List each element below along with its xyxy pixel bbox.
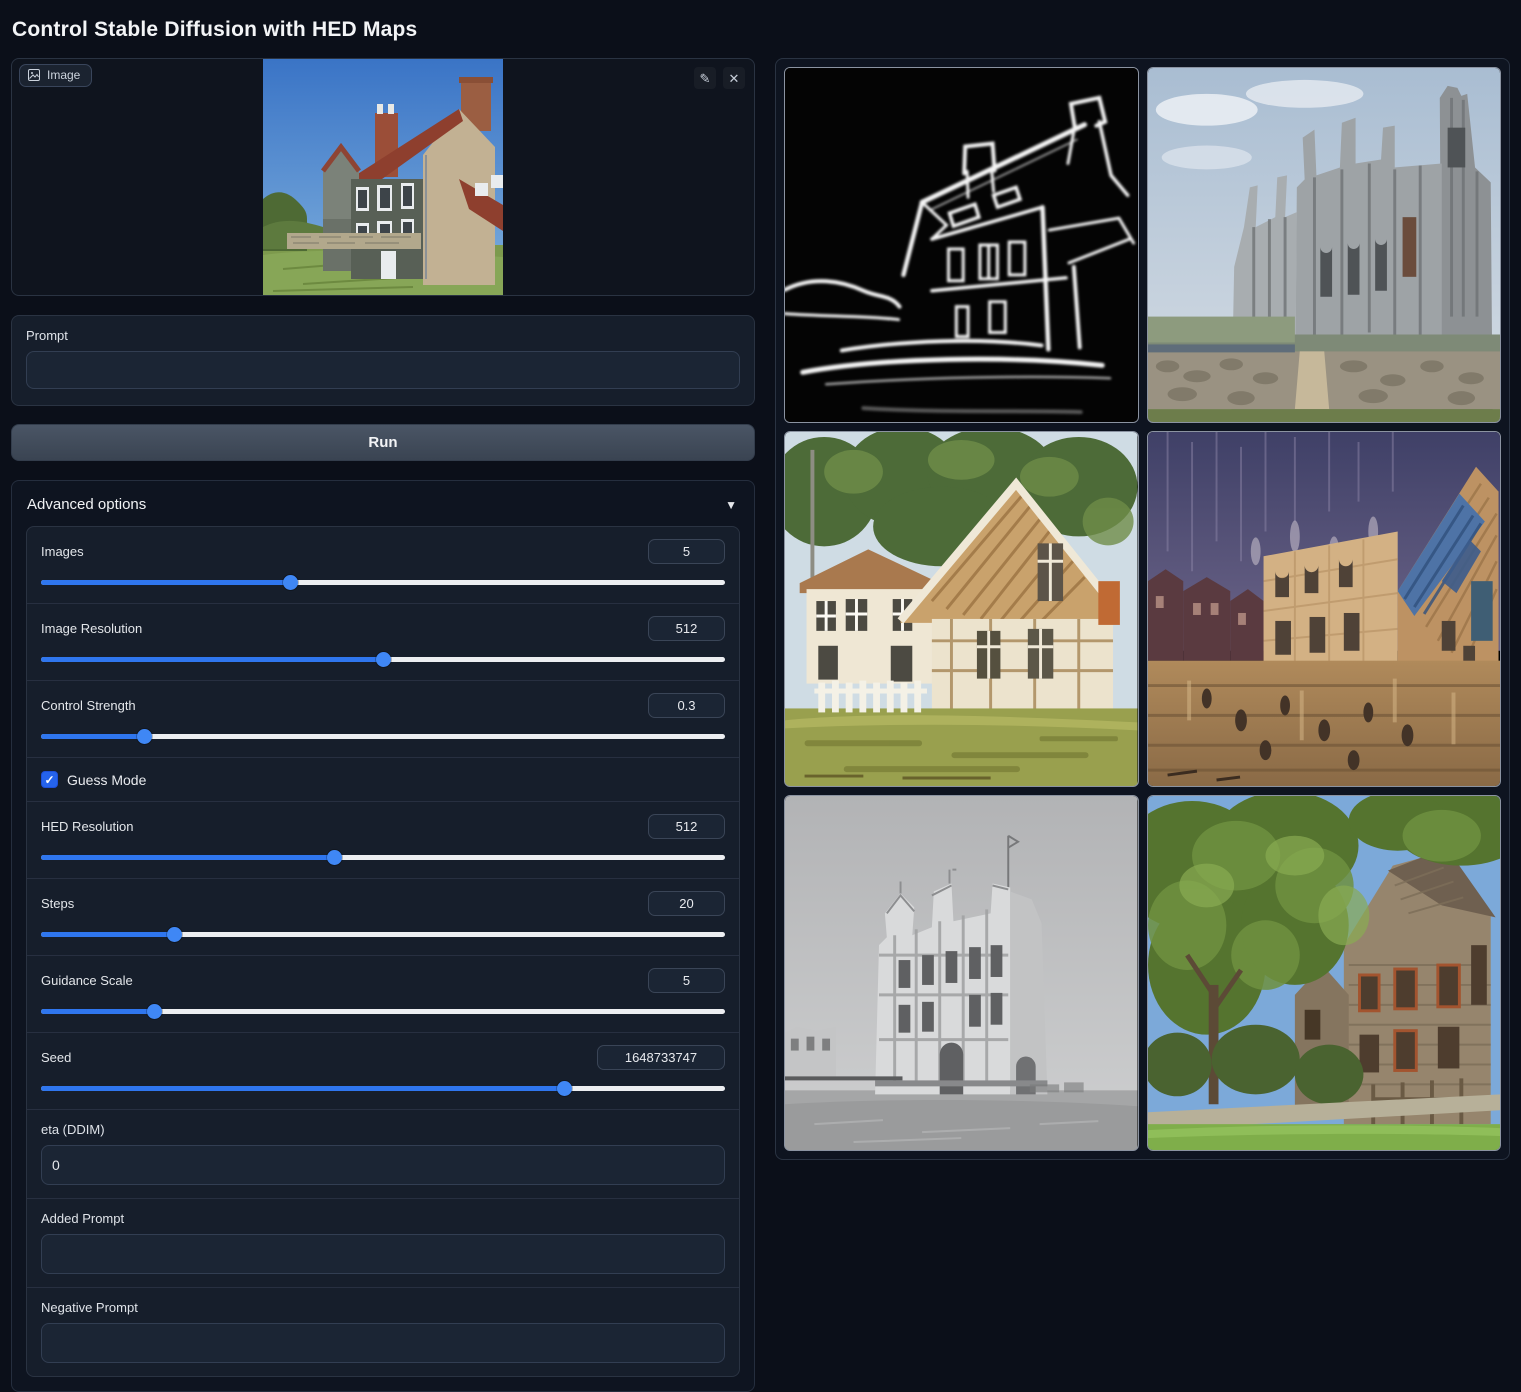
image-upload-panel[interactable]: Image ✎ ✕ <box>11 58 755 296</box>
prompt-panel: Prompt <box>11 315 755 406</box>
chevron-down-icon: ▼ <box>725 498 737 512</box>
guess-mode-checkbox[interactable]: ✓ <box>41 771 58 788</box>
slider-label: Steps <box>41 896 74 911</box>
result-gallery <box>775 58 1510 1160</box>
slider-thumb[interactable] <box>557 1081 572 1096</box>
pencil-icon: ✎ <box>700 72 711 85</box>
slider-track[interactable] <box>41 729 725 744</box>
gallery-item-stone-house-trees[interactable] <box>1147 795 1502 1151</box>
negative-prompt-label: Negative Prompt <box>41 1300 725 1315</box>
slider-block-steps: Steps <box>27 878 739 955</box>
uploaded-image[interactable] <box>263 59 503 296</box>
slider-value-input[interactable] <box>648 814 725 839</box>
slider-block-guidance-scale: Guidance Scale <box>27 955 739 1032</box>
slider-value-input[interactable] <box>648 891 725 916</box>
slider-track[interactable] <box>41 1081 725 1096</box>
slider-value-input[interactable] <box>597 1045 725 1070</box>
slider-block-image-resolution: Image Resolution <box>27 603 739 680</box>
check-icon: ✓ <box>44 773 54 787</box>
advanced-form: Images Image Resolution <box>26 526 740 1377</box>
slider-thumb[interactable] <box>376 652 391 667</box>
clear-image-button[interactable]: ✕ <box>723 67 745 89</box>
edit-image-button[interactable]: ✎ <box>694 67 716 89</box>
added-prompt-label: Added Prompt <box>41 1211 725 1226</box>
slider-value-input[interactable] <box>648 616 725 641</box>
slider-value-input[interactable] <box>648 968 725 993</box>
eta-input[interactable] <box>41 1145 725 1185</box>
slider-thumb[interactable] <box>283 575 298 590</box>
slider-label: Images <box>41 544 84 559</box>
gallery-item-hed-edge-map[interactable] <box>784 67 1139 423</box>
slider-thumb[interactable] <box>167 927 182 942</box>
eta-block: eta (DDIM) <box>27 1109 739 1198</box>
gallery-item-bw-victorian-building[interactable] <box>784 795 1139 1151</box>
slider-track[interactable] <box>41 652 725 667</box>
slider-label: HED Resolution <box>41 819 134 834</box>
gallery-item-impressionist-building[interactable] <box>1147 431 1502 787</box>
guess-mode-label[interactable]: Guess Mode <box>67 772 146 788</box>
prompt-input[interactable] <box>26 351 740 389</box>
slider-thumb[interactable] <box>327 850 342 865</box>
eta-label: eta (DDIM) <box>41 1122 725 1137</box>
gallery-item-gothic-cathedral[interactable] <box>1147 67 1502 423</box>
slider-value-input[interactable] <box>648 693 725 718</box>
slider-label: Seed <box>41 1050 71 1065</box>
prompt-label: Prompt <box>26 328 740 343</box>
added-prompt-block: Added Prompt <box>27 1198 739 1287</box>
main-layout: Image ✎ ✕ <box>11 58 1510 1392</box>
page-title: Control Stable Diffusion with HED Maps <box>12 18 1510 42</box>
negative-prompt-block: Negative Prompt <box>27 1287 739 1376</box>
advanced-options-accordion: Advanced options ▼ Images <box>11 480 755 1392</box>
slider-track[interactable] <box>41 1004 725 1019</box>
accordion-header[interactable]: Advanced options ▼ <box>26 481 740 526</box>
added-prompt-input[interactable] <box>41 1234 725 1274</box>
image-tab-label: Image <box>47 68 80 82</box>
slider-thumb[interactable] <box>147 1004 162 1019</box>
slider-track[interactable] <box>41 927 725 942</box>
image-actions: ✎ ✕ <box>694 67 745 89</box>
input-column: Image ✎ ✕ <box>11 58 755 1392</box>
slider-value-input[interactable] <box>648 539 725 564</box>
close-icon: ✕ <box>729 72 740 85</box>
negative-prompt-input[interactable] <box>41 1323 725 1363</box>
image-tab: Image <box>19 64 92 87</box>
accordion-title: Advanced options <box>27 496 146 513</box>
gallery-item-country-house-painting[interactable] <box>784 431 1139 787</box>
slider-block-seed: Seed <box>27 1032 739 1109</box>
slider-block-images: Images <box>27 527 739 603</box>
image-icon <box>28 69 40 81</box>
slider-label: Guidance Scale <box>41 973 133 988</box>
slider-block-control-strength: Control Strength <box>27 680 739 757</box>
run-button[interactable]: Run <box>11 424 755 461</box>
slider-label: Control Strength <box>41 698 136 713</box>
slider-block-hed-resolution: HED Resolution <box>27 801 739 878</box>
slider-track[interactable] <box>41 850 725 865</box>
slider-track[interactable] <box>41 575 725 590</box>
slider-thumb[interactable] <box>137 729 152 744</box>
slider-label: Image Resolution <box>41 621 142 636</box>
guess-mode-row: ✓ Guess Mode <box>27 757 739 801</box>
